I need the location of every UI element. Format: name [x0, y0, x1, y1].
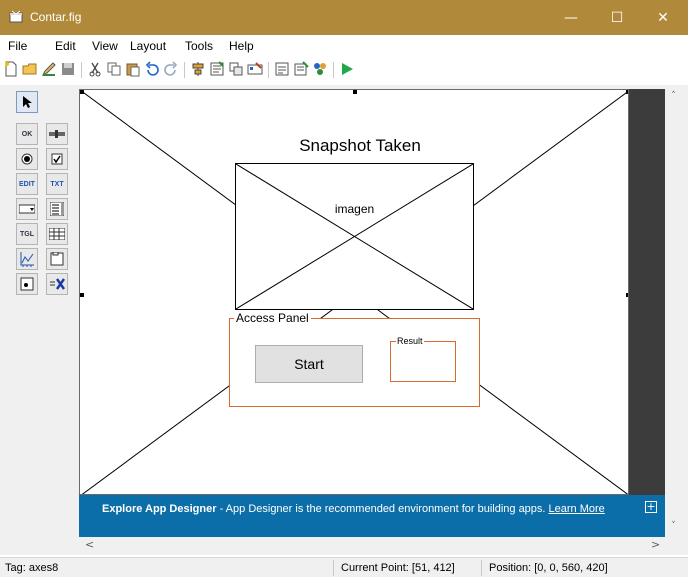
table-icon[interactable] [46, 223, 68, 245]
status-tag: Tag: axes8 [5, 562, 59, 574]
save-icon[interactable] [60, 61, 76, 77]
scroll-left-icon[interactable]: < [85, 538, 94, 551]
access-panel[interactable]: Access Panel Start Result [229, 311, 480, 407]
figure-canvas[interactable]: Snapshot Taken imagen Access Panel Start… [79, 89, 629, 495]
scroll-down-icon[interactable]: ˅ [665, 521, 682, 535]
status-divider [481, 560, 482, 576]
status-position: Position: [0, 0, 560, 420] [489, 562, 608, 574]
menu-edit[interactable]: Edit [55, 39, 76, 53]
access-panel-title: Access Panel [234, 311, 311, 325]
listbox-icon[interactable] [46, 198, 68, 220]
menu-help[interactable]: Help [229, 39, 254, 53]
push-button-icon[interactable]: OK [16, 123, 38, 145]
toolbar-separator [268, 62, 269, 78]
new-icon[interactable] [3, 61, 19, 77]
banner-text: Explore App Designer - App Designer is t… [102, 502, 632, 516]
axes-icon[interactable] [16, 248, 38, 270]
resize-handle[interactable] [80, 293, 84, 297]
radio-button-icon[interactable] [16, 148, 38, 170]
image-axes[interactable]: imagen [235, 163, 474, 310]
toolbar [0, 57, 688, 85]
edit-text-icon[interactable]: EDIT [16, 173, 38, 195]
status-divider [333, 560, 334, 576]
image-label: imagen [334, 202, 375, 216]
banner-title: Explore App Designer [102, 503, 217, 515]
menu-editor-icon[interactable] [209, 61, 225, 77]
canvas-outer-area [629, 89, 665, 495]
align-icon[interactable] [190, 61, 206, 77]
toolbar-separator [333, 62, 334, 78]
undo-icon[interactable] [144, 61, 160, 77]
result-panel-title: Result [396, 336, 424, 346]
toolbar-editor-icon[interactable] [247, 61, 263, 77]
result-panel[interactable]: Result [390, 336, 456, 382]
resize-handle[interactable] [353, 90, 357, 94]
vertical-scrollbar[interactable]: ˄ ˅ [665, 89, 682, 537]
activex-icon[interactable] [46, 273, 68, 295]
copy-icon[interactable] [106, 61, 122, 77]
paste-icon[interactable] [125, 61, 141, 77]
status-current-point: Current Point: [51, 412] [341, 562, 455, 574]
scroll-up-icon[interactable]: ˄ [665, 91, 682, 105]
window-title: Contar.fig [30, 10, 82, 24]
toolbar-separator [184, 62, 185, 78]
menu-tools[interactable]: Tools [185, 39, 213, 53]
panel-icon[interactable] [46, 248, 68, 270]
horizontal-scrollbar[interactable]: < > [79, 537, 665, 553]
close-button[interactable]: ✕ [640, 0, 686, 35]
figure-app-icon [9, 10, 23, 23]
scroll-right-icon[interactable]: > [651, 538, 660, 551]
menu-layout[interactable]: Layout [130, 39, 166, 53]
slider-icon[interactable] [46, 123, 68, 145]
run-icon[interactable] [339, 61, 355, 77]
checkbox-icon[interactable] [46, 148, 68, 170]
menu-bar: File Edit View Layout Tools Help [0, 35, 688, 57]
menu-view[interactable]: View [92, 39, 118, 53]
banner-message: - App Designer is the recommended enviro… [216, 503, 549, 515]
menu-file[interactable]: File [8, 39, 27, 53]
toolbar-separator [81, 62, 82, 78]
property-inspector-icon[interactable] [293, 61, 309, 77]
start-button[interactable]: Start [255, 345, 363, 383]
status-bar: Tag: axes8 Current Point: [51, 412] Posi… [0, 557, 688, 577]
select-arrow-icon[interactable] [16, 91, 38, 113]
object-browser-icon[interactable] [312, 61, 328, 77]
toggle-button-icon[interactable]: TGL [16, 223, 38, 245]
open-icon[interactable] [22, 61, 38, 77]
title-bar: Contar.fig — ☐ ✕ [0, 0, 688, 35]
editor-icon[interactable] [274, 61, 290, 77]
edit-icon[interactable] [41, 61, 57, 77]
popup-menu-icon[interactable] [16, 198, 38, 220]
image-axes-placeholder [236, 164, 473, 309]
tab-order-icon[interactable] [228, 61, 244, 77]
minimize-button[interactable]: — [548, 0, 594, 35]
app-designer-banner: Explore App Designer - App Designer is t… [79, 495, 665, 537]
button-group-icon[interactable] [16, 273, 38, 295]
redo-icon[interactable] [163, 61, 179, 77]
static-text-icon[interactable]: TXT [46, 173, 68, 195]
maximize-button[interactable]: ☐ [594, 0, 640, 35]
resize-handle[interactable] [80, 90, 84, 94]
learn-more-link[interactable]: Learn More [549, 503, 605, 515]
snapshot-title[interactable]: Snapshot Taken [260, 136, 460, 156]
cut-icon[interactable] [87, 61, 103, 77]
expand-icon[interactable]: + [645, 501, 657, 513]
component-palette: OK EDIT TXT TGL [16, 91, 74, 303]
